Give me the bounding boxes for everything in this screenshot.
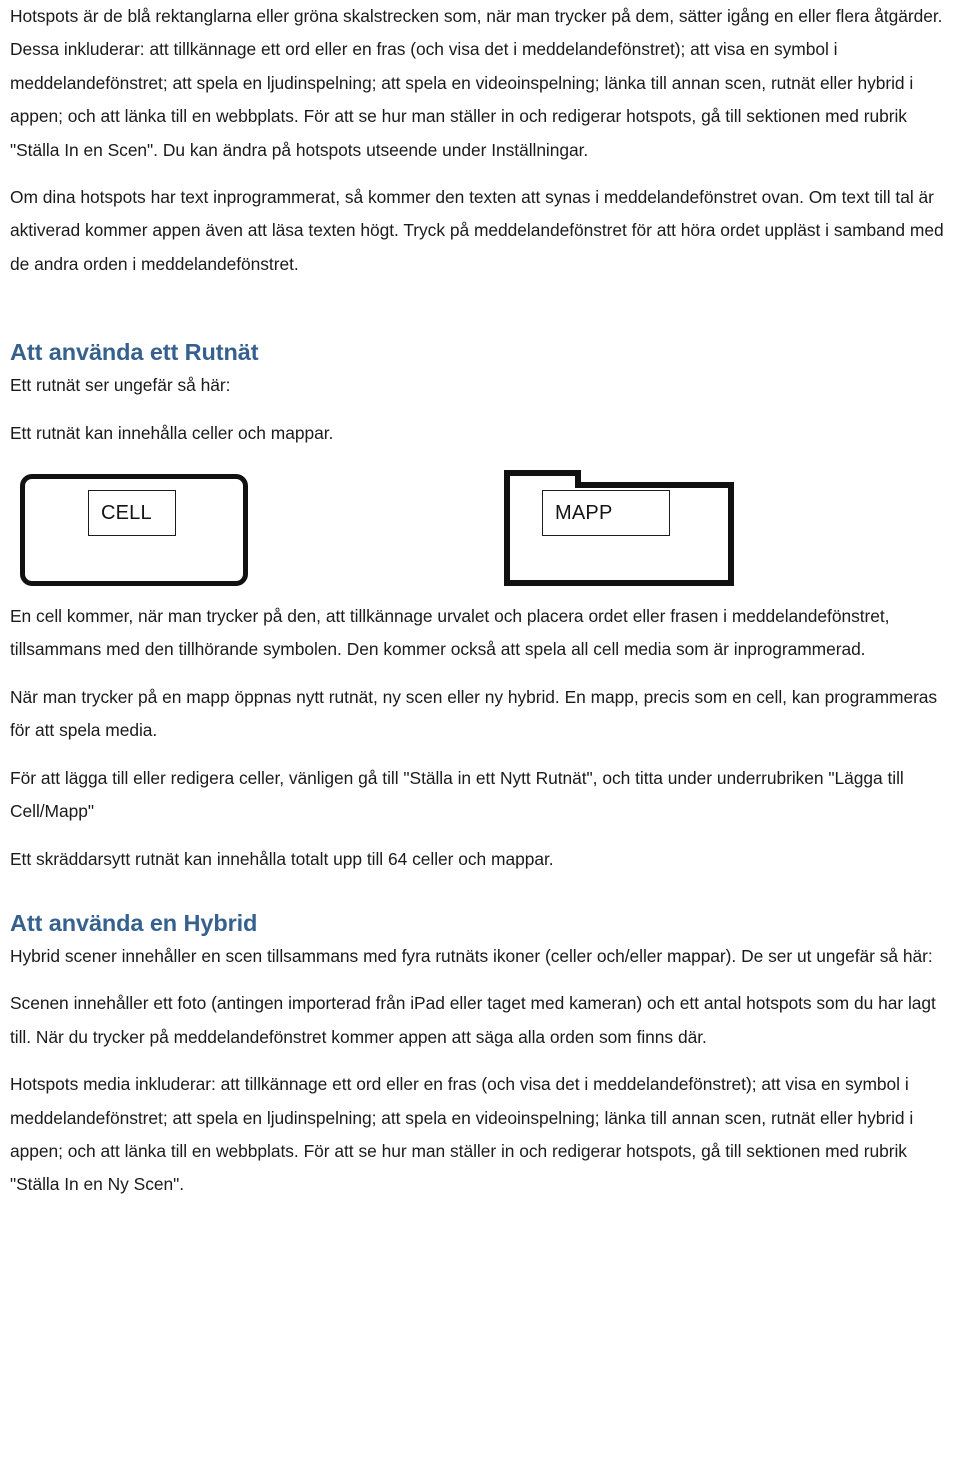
paragraph-scenen-innehall: Scenen innehåller ett foto (antingen imp… [10,993,936,1047]
document-content: Hotspots är de blå rektanglarna eller gr… [10,0,952,1202]
paragraph-rutnat-ser-ut: Ett rutnät ser ungefär så här: [10,375,231,396]
paragraph-hotspot-text: Om dina hotspots har text inprogrammerat… [10,187,944,274]
document-page: Hotspots är de blå rektanglarna eller gr… [0,0,960,1466]
paragraph-cell-beteende: En cell kommer, när man trycker på den, … [10,606,890,660]
heading-att-anvanda-ett-rutnat: Att använda ett Rutnät [10,339,259,366]
paragraph-max-celler: Ett skräddarsytt rutnät kan innehålla to… [10,848,554,869]
heading-att-anvanda-en-hybrid: Att använda en Hybrid [10,909,258,936]
mapp-label-box: MAPP [542,490,670,537]
paragraph-hotspots-media: Hotspots media inkluderar: att tillkänna… [10,1074,914,1195]
mapp-label: MAPP [555,502,613,525]
grid-diagram: CELL MAPP [10,450,952,600]
paragraph-mapp-beteende: När man trycker på en mapp öppnas nytt r… [10,686,938,741]
cell-label: CELL [101,502,152,525]
cell-label-box: CELL [88,490,176,537]
paragraph-rutnat-innehall: Ett rutnät kan innehålla celler och mapp… [10,422,334,443]
paragraph-hybrid-scener: Hybrid scener innehåller en scen tillsam… [10,945,933,966]
paragraph-lagga-till-celler: För att lägga till eller redigera celler… [10,767,904,822]
paragraph-hotspots-intro: Hotspots är de blå rektanglarna eller gr… [10,6,943,160]
